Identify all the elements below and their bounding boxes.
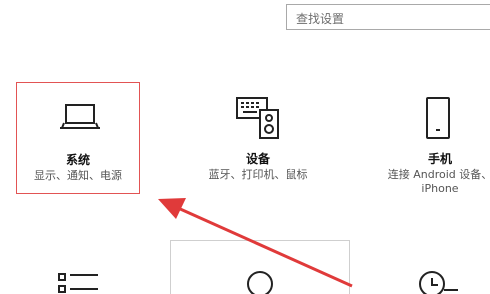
tile-devices-subtitle: 蓝牙、打印机、鼠标: [208, 168, 308, 181]
tile-phone-title: 手机: [427, 152, 452, 166]
tile-devices[interactable]: 设备 蓝牙、打印机、鼠标: [196, 82, 320, 194]
phone-icon: [426, 97, 450, 139]
tile-system-subtitle: 显示、通知、电源: [34, 169, 122, 182]
accounts-icon: [247, 271, 273, 294]
devices-icon: [236, 97, 279, 139]
laptop-icon: [60, 104, 100, 129]
tile-system-title: 系统: [65, 153, 90, 167]
search-input[interactable]: 查找设置: [286, 4, 490, 30]
settings-home: 查找设置 系统 显示、通知、电源 设备 蓝牙、打印机、鼠标 手机 连接 Andr…: [0, 0, 490, 294]
apps-list-icon: [58, 273, 98, 293]
search-placeholder: 查找设置: [296, 12, 345, 26]
time-language-icon: [419, 271, 458, 294]
tile-system[interactable]: 系统 显示、通知、电源: [16, 82, 140, 194]
tile-phone-subtitle-line1: 连接 Android 设备、: [387, 168, 490, 181]
tile-phone[interactable]: 手机 连接 Android 设备、 iPhone: [378, 82, 490, 195]
tile-phone-subtitle-line2: iPhone: [421, 182, 459, 195]
tile-devices-title: 设备: [245, 152, 270, 166]
